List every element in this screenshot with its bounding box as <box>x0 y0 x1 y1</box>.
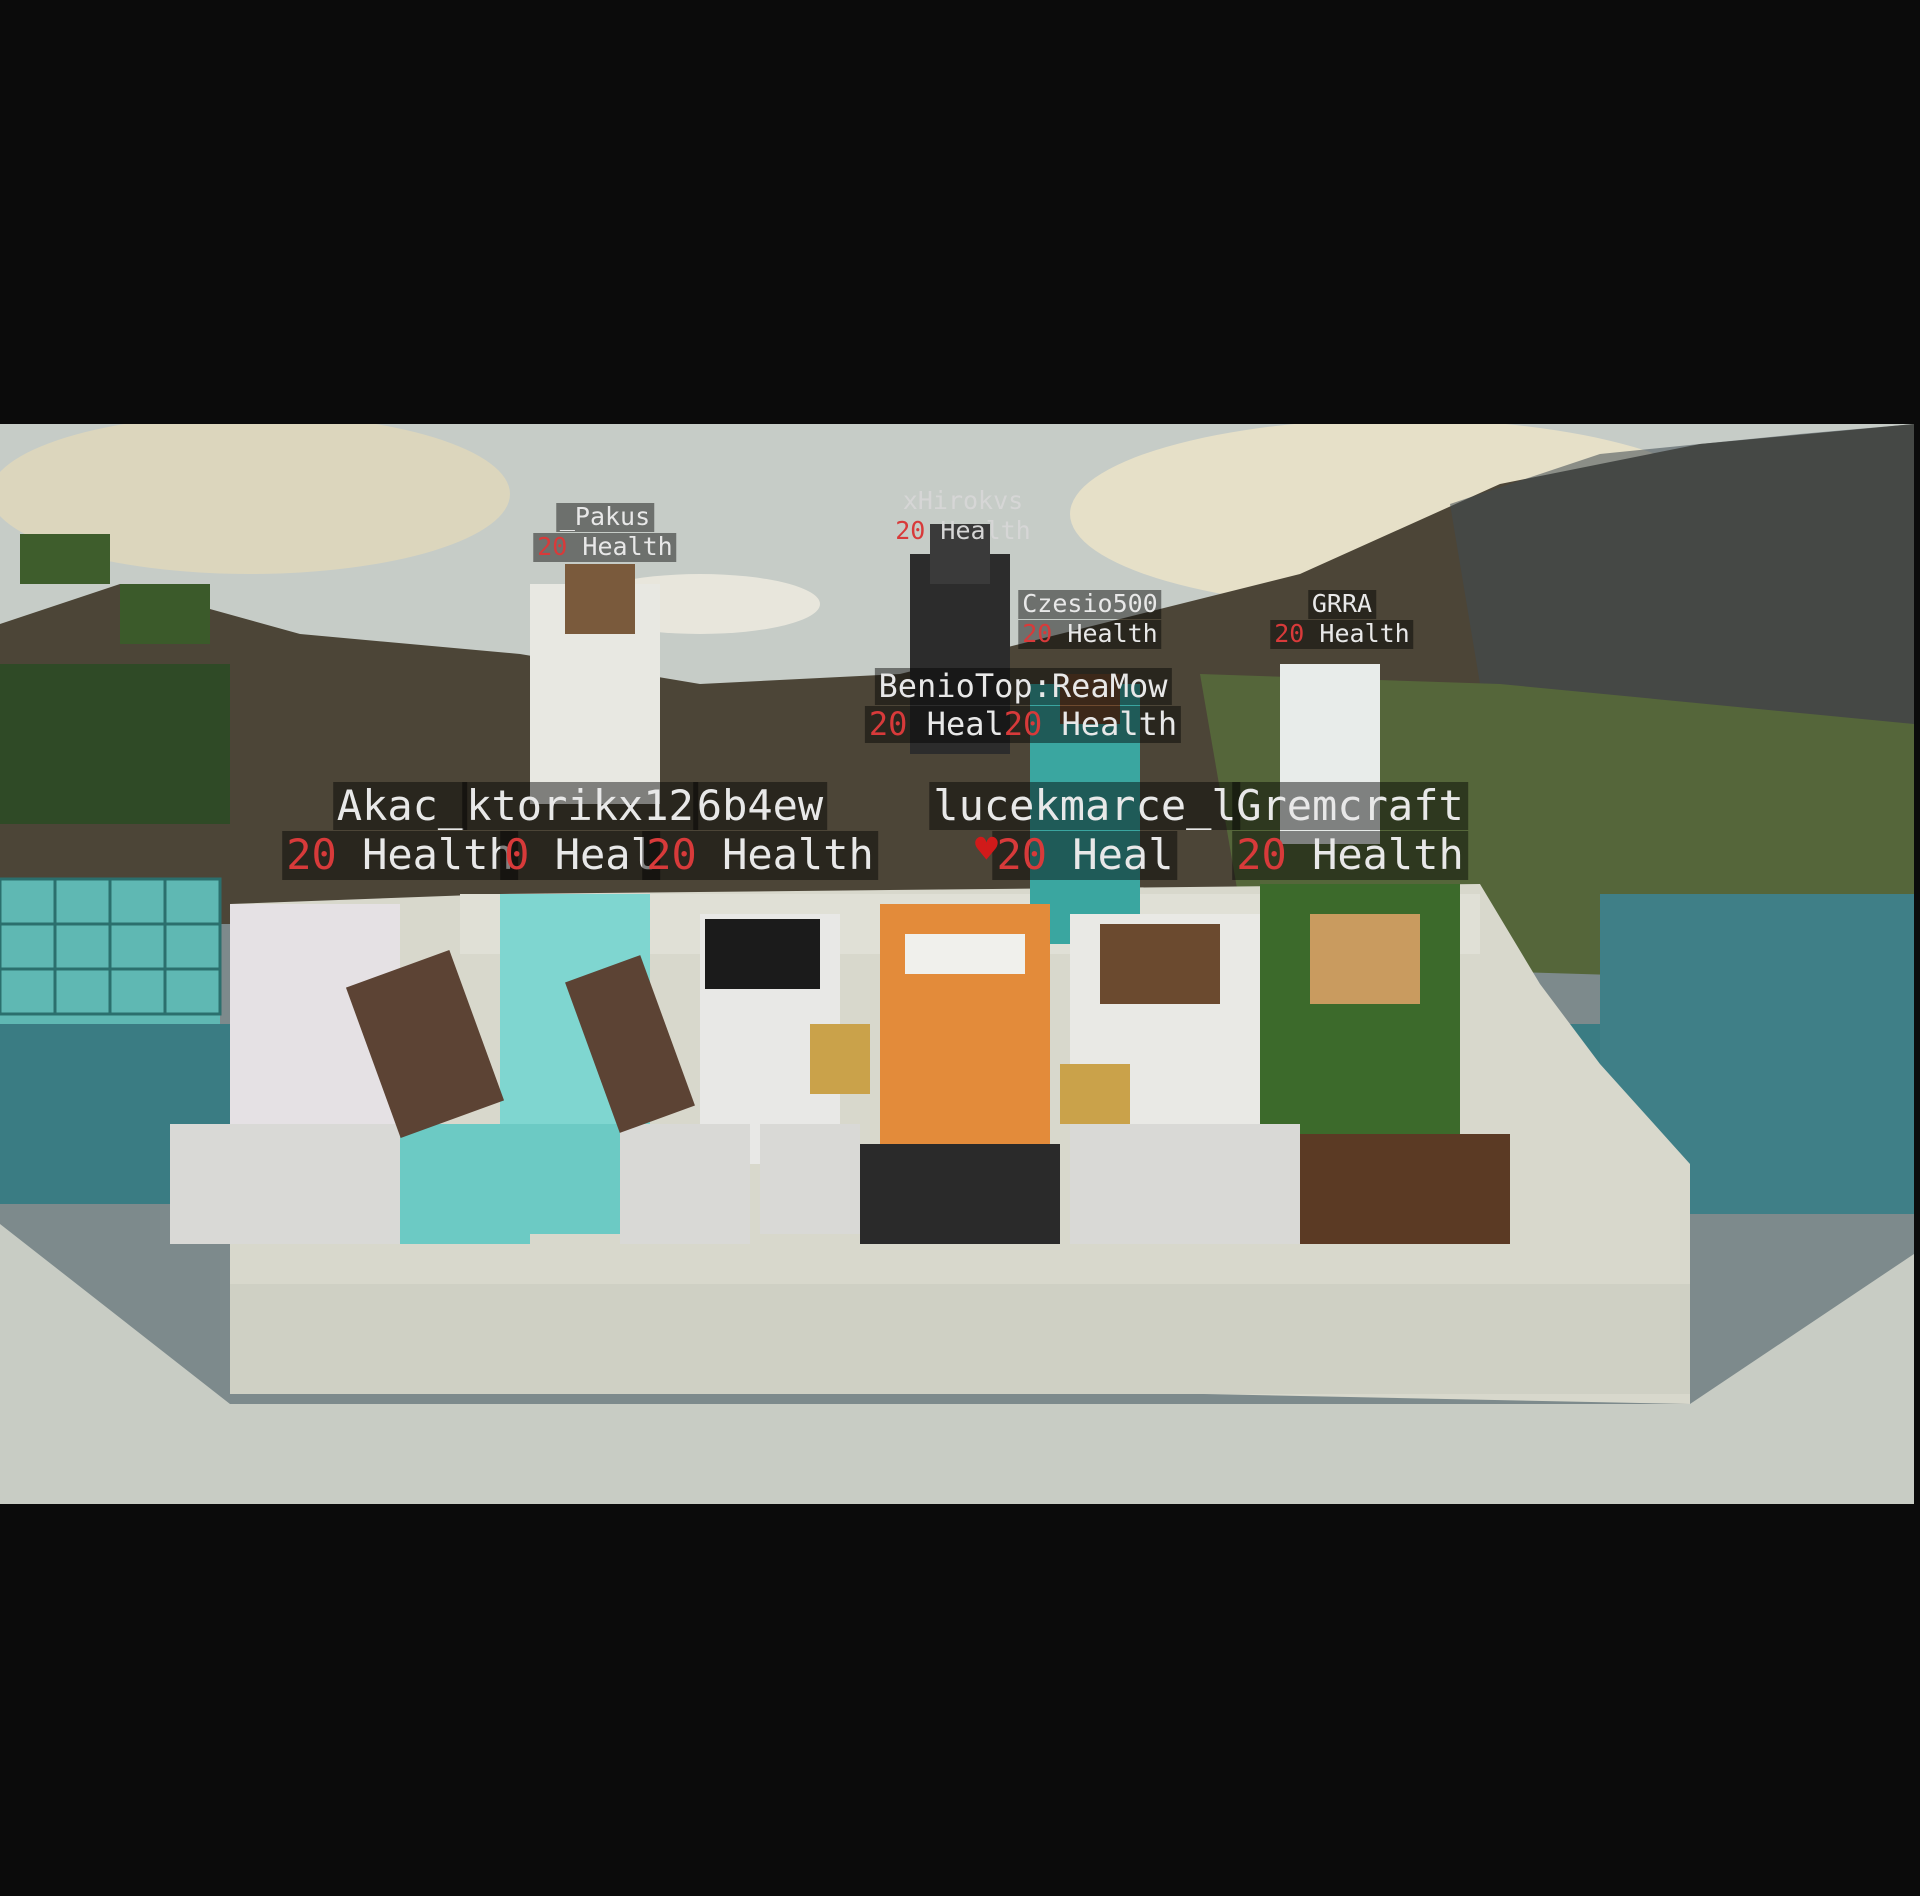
nametag-gremcraft: Gremcraft 20 Health <box>1232 781 1468 880</box>
nametag-xhirokvs: xHirokvs 20 Health <box>895 486 1031 545</box>
nametag-czesio500: Czesio500 20 Health <box>1018 589 1162 649</box>
nametag-pakus: _Pakus 20 Health <box>533 502 677 562</box>
heart-icon: ♥ <box>975 827 998 871</box>
nametag-6b4ew: 6b4ew 20 Health <box>642 781 878 880</box>
nametag-grra: GRRA 20 Health <box>1270 589 1414 649</box>
minecraft-scene-background <box>0 424 1914 1504</box>
nametag-beniotop: BenioTop:ReaMow 20 Heal20 Health <box>864 667 1182 743</box>
game-viewport: _Pakus 20 Health xHirokvs 20 Health Czes… <box>0 424 1914 1504</box>
